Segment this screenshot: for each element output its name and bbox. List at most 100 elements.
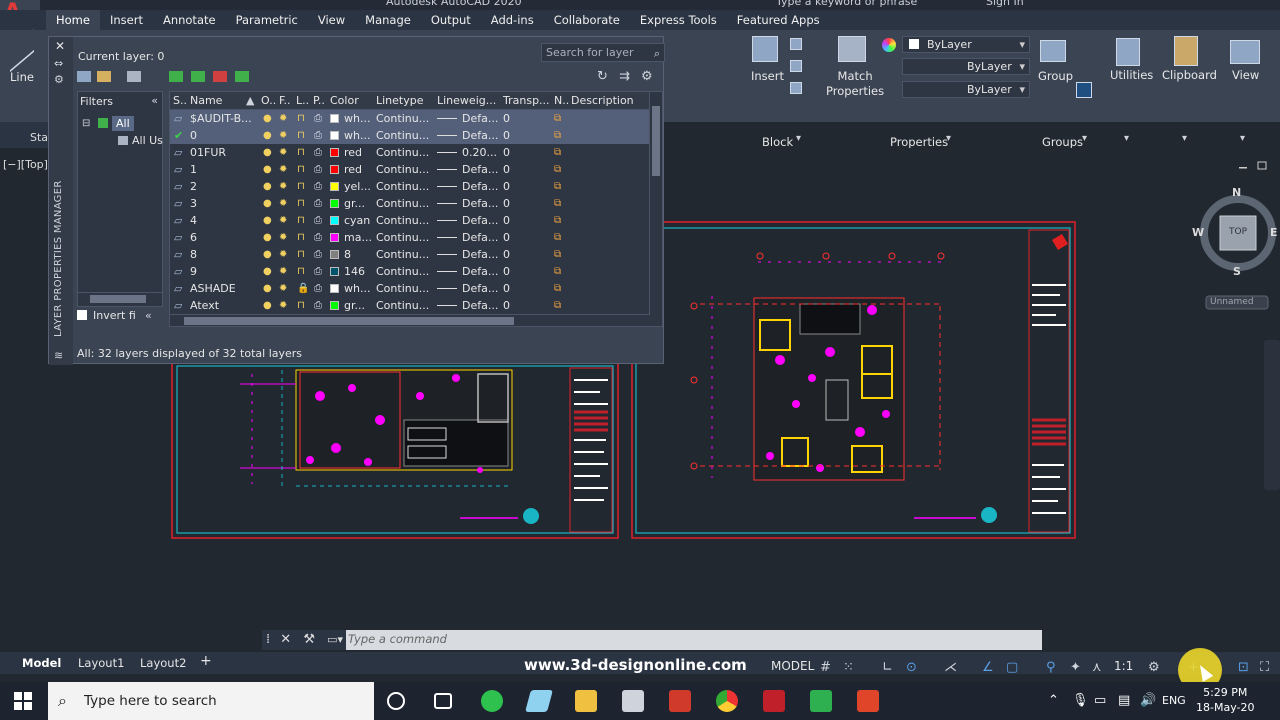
layer-row[interactable]: ⏥ 1 ● ✹ ⊓ ⎙ red Continu... Defa... 0 ⧉	[170, 161, 650, 178]
color-wheel-icon[interactable]	[882, 38, 896, 52]
tab-layout1[interactable]: Layout1	[78, 656, 124, 670]
ribbon-tab-insert[interactable]: Insert	[100, 10, 153, 30]
layer-unlocked-icon[interactable]: ⊓	[297, 300, 305, 311]
create-block-icon[interactable]	[790, 38, 802, 50]
layer-name[interactable]: 01FUR	[190, 146, 256, 159]
new-vp-freeze-icon[interactable]: ⧉	[554, 249, 561, 260]
network-icon[interactable]: ▤	[1118, 693, 1130, 708]
layer-name[interactable]: 8	[190, 248, 256, 261]
layer-on-bulb-icon[interactable]: ●	[263, 130, 272, 141]
collapse-icon[interactable]: «	[145, 309, 152, 322]
layer-color-swatch[interactable]	[330, 199, 339, 208]
layer-color-swatch[interactable]	[330, 250, 339, 259]
layer-on-bulb-icon[interactable]: ●	[263, 283, 272, 294]
close-command-line-icon[interactable]: ✕	[280, 632, 291, 647]
input-language[interactable]: ENG	[1162, 694, 1186, 707]
grid-icon[interactable]: #	[820, 660, 831, 675]
settings-gear-icon[interactable]: ⚙	[641, 69, 653, 84]
new-vp-freeze-icon[interactable]: ⧉	[554, 113, 561, 124]
layer-transparency[interactable]: 0	[503, 112, 523, 125]
layer-plot-icon[interactable]: ⎙	[314, 232, 322, 243]
ortho-icon[interactable]: ∟	[882, 660, 893, 675]
layer-color-swatch[interactable]	[330, 182, 339, 191]
layer-lineweight[interactable]: Defa...	[462, 163, 502, 176]
grid-horizontal-scrollbar[interactable]	[170, 314, 650, 326]
col-description[interactable]: Description	[571, 94, 634, 107]
annotation-scale-select[interactable]: 1:1	[1114, 659, 1133, 673]
ribbon-tab-add-ins[interactable]: Add-ins	[481, 10, 544, 30]
layer-color-swatch[interactable]	[330, 148, 339, 157]
layer-color-swatch[interactable]	[330, 114, 339, 123]
isolate-objects-icon[interactable]: ⊡	[1238, 660, 1249, 675]
layer-name[interactable]: $AUDIT-B...	[190, 112, 256, 125]
filters-scroll-thumb[interactable]	[90, 295, 146, 303]
new-vp-freeze-icon[interactable]: ⧉	[554, 147, 561, 158]
group-icon[interactable]	[1040, 40, 1066, 62]
ribbon-tab-manage[interactable]: Manage	[355, 10, 421, 30]
layer-unlocked-icon[interactable]: ⊓	[297, 215, 305, 226]
object-snap-icon[interactable]: ▢	[1006, 660, 1018, 675]
layer-transparency[interactable]: 0	[503, 197, 523, 210]
viewcube-top-label[interactable]: TOP	[1229, 227, 1247, 237]
app-red-icon[interactable]	[857, 690, 879, 712]
help-search-input[interactable]: Type a keyword or phrase	[776, 0, 917, 8]
workspace-gear-icon[interactable]: ⚙	[1148, 660, 1160, 675]
col-transparency[interactable]: Transp...	[503, 94, 550, 107]
layer-thaw-sun-icon[interactable]: ✹	[279, 181, 287, 192]
layer-plot-icon[interactable]: ⎙	[314, 300, 322, 311]
object-color-select[interactable]: ByLayer	[902, 36, 1030, 53]
new-vp-freeze-icon[interactable]: ⧉	[554, 232, 561, 243]
layer-linetype[interactable]: Continu...	[376, 214, 434, 227]
col-lock[interactable]: L..	[296, 94, 309, 107]
col-lineweight[interactable]: Lineweig...	[437, 94, 496, 107]
groups-panel-title[interactable]: Groups	[1042, 135, 1083, 149]
customize-icon[interactable]: ⚒	[303, 632, 315, 647]
search-icon[interactable]: ⌕	[654, 45, 660, 62]
layer-lineweight[interactable]: Defa...	[462, 180, 502, 193]
drag-grip-icon[interactable]: ⁞	[266, 632, 270, 647]
layer-color[interactable]: wh...	[344, 112, 374, 125]
layer-transparency[interactable]: 0	[503, 180, 523, 193]
ribbon-tab-output[interactable]: Output	[421, 10, 481, 30]
layer-lineweight[interactable]: Defa...	[462, 231, 502, 244]
layer-on-bulb-icon[interactable]: ●	[263, 232, 272, 243]
layer-unlocked-icon[interactable]: ⊓	[297, 164, 305, 175]
microphone-icon[interactable]: 🎙	[1072, 693, 1089, 708]
layer-lineweight[interactable]: Defa...	[462, 112, 502, 125]
checkbox-box[interactable]	[77, 310, 87, 320]
layer-name[interactable]: ASHADE	[190, 282, 256, 295]
layer-on-bulb-icon[interactable]: ●	[263, 266, 272, 277]
layer-color-swatch[interactable]	[330, 233, 339, 242]
layer-lineweight[interactable]: 0.20...	[462, 146, 502, 159]
layer-row[interactable]: ⏥ 8 ● ✹ ⊓ ⎙ 8 Continu... Defa... 0 ⧉	[170, 246, 650, 263]
filters-horizontal-scrollbar[interactable]	[78, 292, 162, 305]
layer-color[interactable]: wh...	[344, 282, 374, 295]
annotation-visibility-icon[interactable]: ⚲	[1046, 660, 1056, 675]
taskbar-search-input[interactable]: Type here to search	[84, 693, 217, 709]
layer-color-swatch[interactable]	[330, 165, 339, 174]
layer-on-bulb-icon[interactable]: ●	[263, 198, 272, 209]
calculator-icon[interactable]	[1116, 38, 1140, 66]
ribbon-tab-express-tools[interactable]: Express Tools	[630, 10, 727, 30]
grid-hscroll-thumb[interactable]	[184, 317, 514, 325]
add-layout-icon[interactable]: +	[200, 653, 212, 669]
layer-row[interactable]: ⏥ 6 ● ✹ ⊓ ⎙ ma... Continu... Defa... 0 ⧉	[170, 229, 650, 246]
ribbon-tab-parametric[interactable]: Parametric	[226, 10, 308, 30]
navigation-bar[interactable]	[1264, 340, 1280, 490]
linetype-select[interactable]: ByLayer	[902, 58, 1030, 75]
layer-on-bulb-icon[interactable]: ●	[263, 147, 272, 158]
command-input[interactable]: Type a command	[348, 632, 447, 646]
autocad-taskbar-icon[interactable]	[763, 690, 785, 712]
new-group-filter-icon[interactable]	[97, 71, 111, 82]
annotation-scale-icon[interactable]: ⋏	[1092, 660, 1102, 675]
layer-plot-icon[interactable]: ⎙	[314, 215, 322, 226]
layer-row[interactable]: ⏥ Atext ● ✹ ⊓ ⎙ gr... Continu... Defa... 0 ⧉	[170, 297, 650, 314]
layer-color-swatch[interactable]	[330, 216, 339, 225]
layer-plot-icon[interactable]: ⎙	[314, 130, 322, 141]
layer-name[interactable]: 2	[190, 180, 256, 193]
file-tab-start[interactable]: Sta	[30, 131, 48, 144]
new-layer-icon[interactable]	[169, 71, 183, 82]
chrome-icon[interactable]	[716, 690, 738, 712]
layer-lineweight[interactable]: Defa...	[462, 265, 502, 278]
edit-block-icon[interactable]	[790, 60, 802, 72]
